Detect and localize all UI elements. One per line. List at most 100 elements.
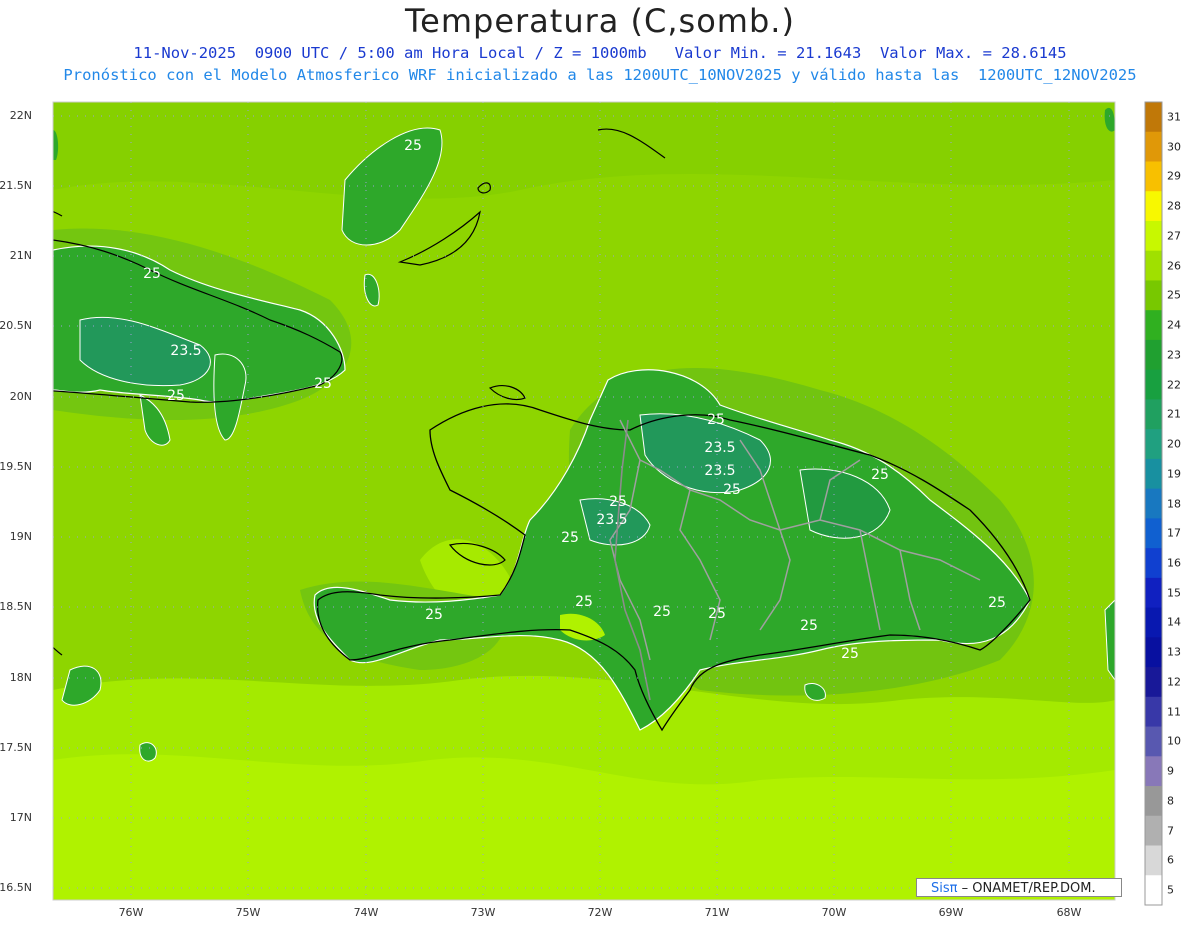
map-field: 25 25 23.5 25 25 25 23.5 23.5 25 25 25 23.5 25 25 25 25… (53, 102, 1115, 900)
colorbar-swatch (1145, 429, 1162, 460)
lat-tick-label: 16.5N (0, 881, 32, 894)
lon-tick-label: 75W (235, 906, 261, 919)
contour-label: 25 (561, 530, 579, 546)
credit-text: – ONAMET/REP.DOM. (961, 881, 1096, 896)
colorbar-swatch (1145, 458, 1162, 490)
contour-label: 25 (871, 467, 889, 483)
lat-tick-label: 21.5N (0, 179, 32, 192)
colorbar-label: 11 (1167, 705, 1181, 719)
colorbar (1144, 101, 1163, 906)
contour-label: 23.5 (596, 512, 627, 528)
credit-box: Sisπ – ONAMET/REP.DOM. (916, 878, 1122, 897)
contour-label: 25 (143, 266, 161, 282)
contour-label: 25 (653, 604, 671, 620)
lat-tick-label: 20.5N (0, 319, 32, 332)
lat-tick-label: 18.5N (0, 600, 32, 613)
lat-tick-label: 21N (9, 249, 32, 262)
colorbar-swatch (1145, 607, 1162, 638)
contour-label: 25 (167, 388, 185, 404)
colorbar-swatch (1145, 250, 1162, 281)
lon-tick-label: 74W (353, 906, 379, 919)
contour-label: 25 (841, 646, 859, 662)
colorbar-swatch (1145, 102, 1162, 133)
colorbar-label: 9 (1167, 764, 1174, 778)
colorbar-swatch (1145, 191, 1162, 222)
colorbar-label: 31 (1167, 110, 1181, 124)
credit-brand: Sisπ (931, 881, 958, 896)
colorbar-swatch (1145, 339, 1162, 371)
contour-label: 25 (314, 376, 332, 392)
colorbar-label: 21 (1167, 407, 1181, 421)
colorbar-label: 12 (1167, 675, 1181, 689)
colorbar-swatch (1145, 637, 1162, 668)
lon-tick-label: 76W (118, 906, 144, 919)
colorbar-label: 10 (1167, 734, 1181, 748)
lon-tick-label: 68W (1056, 906, 1082, 919)
colorbar-swatch (1145, 667, 1162, 698)
colorbar-label: 6 (1167, 853, 1174, 867)
colorbar-label: 28 (1167, 199, 1181, 213)
colorbar-swatch (1145, 577, 1162, 609)
colorbar-label: 18 (1167, 497, 1181, 510)
contour-label: 25 (425, 607, 443, 623)
lat-tick-label: 22N (9, 109, 32, 122)
colorbar-swatch (1145, 518, 1162, 549)
contour-label: 23.5 (704, 440, 735, 456)
small-island-sw (139, 742, 157, 762)
colorbar-swatch (1145, 786, 1162, 817)
colorbar-label: 13 (1167, 645, 1181, 659)
contour-label: 25 (988, 595, 1006, 611)
colorbar-swatch (1145, 369, 1162, 400)
colorbar-swatch (1145, 696, 1162, 728)
contour-label: 25 (707, 412, 725, 428)
contour-label: 25 (723, 482, 741, 498)
lon-tick-label: 72W (587, 906, 613, 919)
colorbar-label: 7 (1167, 824, 1174, 838)
colorbar-swatch (1145, 845, 1162, 876)
colorbar-label: 17 (1167, 526, 1181, 540)
colorbar-swatch (1145, 815, 1162, 847)
colorbar-swatch (1145, 310, 1162, 341)
lat-tick-label: 19.5N (0, 460, 32, 473)
colorbar-label: 20 (1167, 437, 1181, 451)
lon-tick-label: 71W (704, 906, 730, 919)
colorbar-swatch (1145, 488, 1162, 519)
colorbar-label: 8 (1167, 794, 1174, 808)
colorbar-label: 25 (1167, 288, 1181, 302)
colorbar-swatch (1145, 756, 1162, 787)
contour-label: 23.5 (704, 463, 735, 479)
colorbar-swatch (1145, 399, 1162, 430)
colorbar-swatch (1145, 280, 1162, 311)
colorbar-swatch (1145, 548, 1162, 579)
colorbar-label: 26 (1167, 259, 1181, 273)
colorbar-label: 5 (1167, 883, 1174, 897)
contour-label: 25 (575, 594, 593, 610)
contour-label: 23.5 (170, 343, 201, 359)
contour-label: 25 (708, 606, 726, 622)
colorbar-label: 27 (1167, 229, 1181, 243)
colorbar-swatch (1145, 131, 1162, 162)
colorbar-label: 22 (1167, 378, 1181, 392)
lon-tick-label: 70W (821, 906, 847, 919)
colorbar-label: 15 (1167, 586, 1181, 600)
colorbar-swatch (1145, 875, 1162, 906)
temperature-map: 25 25 23.5 25 25 25 23.5 23.5 25 25 25 23.5 25 25 25 25… (52, 101, 1163, 906)
colorbar-label: 19 (1167, 467, 1181, 481)
colorbar-label: 23 (1167, 348, 1181, 362)
lat-tick-label: 17.5N (0, 741, 32, 754)
colorbar-label: 29 (1167, 169, 1181, 183)
colorbar-label: 30 (1167, 140, 1181, 154)
contour-label: 25 (404, 138, 422, 154)
colorbar-swatch (1145, 726, 1162, 757)
colorbar-swatch (1145, 220, 1162, 252)
lat-tick-label: 20N (9, 390, 32, 403)
lon-tick-label: 73W (470, 906, 496, 919)
contour-label: 25 (800, 618, 818, 634)
colorbar-label: 16 (1167, 556, 1181, 570)
lat-tick-label: 17N (9, 811, 32, 824)
lon-tick-label: 69W (938, 906, 964, 919)
colorbar-swatch (1145, 161, 1162, 192)
colorbar-label: 14 (1167, 615, 1181, 629)
lat-tick-label: 19N (9, 530, 32, 543)
contour-label: 25 (609, 494, 627, 510)
